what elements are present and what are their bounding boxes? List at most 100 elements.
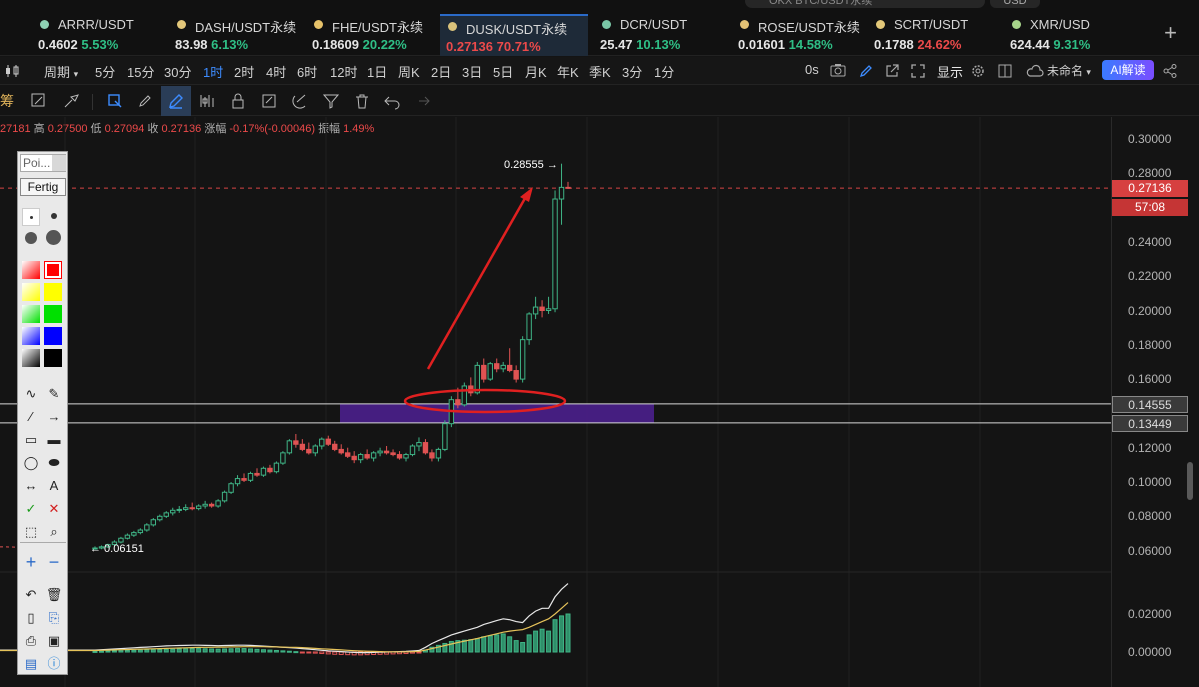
- palette-search-button[interactable]: [52, 155, 66, 171]
- ticker-tab-dash[interactable]: DASH/USDT永续 83.98 6.13%: [175, 14, 305, 56]
- interval-6[interactable]: 6时: [297, 62, 317, 81]
- filled-ellipse-icon[interactable]: ⬬: [44, 453, 64, 473]
- color-swatch-2[interactable]: [44, 305, 62, 323]
- interval-3[interactable]: 1时: [203, 62, 223, 81]
- zoom-in-icon[interactable]: +: [21, 552, 41, 572]
- indicator-icon[interactable]: [198, 92, 216, 110]
- lock-icon[interactable]: [229, 92, 247, 110]
- interval-17[interactable]: 1分: [654, 62, 674, 81]
- zoom-out-icon[interactable]: −: [44, 552, 64, 572]
- magic-wand-icon[interactable]: [30, 92, 48, 110]
- interval-1[interactable]: 15分: [127, 62, 154, 81]
- rectangle-icon[interactable]: ▭: [21, 430, 41, 450]
- interval-9[interactable]: 周K: [398, 62, 420, 81]
- ellipse-icon[interactable]: ◯: [21, 453, 41, 473]
- interval-7[interactable]: 12时: [330, 62, 357, 81]
- interval-4[interactable]: 2时: [234, 62, 254, 81]
- zoom-icon[interactable]: ⌕: [44, 522, 64, 542]
- magnet-icon[interactable]: [291, 92, 309, 110]
- interval-10[interactable]: 2日: [431, 62, 451, 81]
- chart-type-icon[interactable]: [4, 64, 22, 78]
- ticker-tab-xmr[interactable]: XMR/USD 624.44 9.31%: [1010, 14, 1140, 56]
- layout-icon[interactable]: [997, 63, 1013, 79]
- measure-icon[interactable]: ↔: [21, 476, 41, 496]
- trash-icon[interactable]: [353, 92, 371, 110]
- dot-large-icon[interactable]: [25, 232, 37, 244]
- brush-icon[interactable]: [62, 92, 80, 110]
- crop-icon[interactable]: ⬚: [21, 522, 41, 542]
- color-swatch-0[interactable]: [44, 261, 62, 279]
- ticker-tab-fhe[interactable]: FHE/USDT永续 0.18609 20.22%: [312, 14, 442, 56]
- draw-pen-icon[interactable]: [167, 92, 185, 110]
- interval-11[interactable]: 3日: [462, 62, 482, 81]
- eraser-icon[interactable]: ✎: [44, 384, 64, 404]
- freehand-icon[interactable]: ∿: [21, 384, 41, 404]
- color-swatch-1[interactable]: [44, 283, 62, 301]
- settings-gear-icon[interactable]: [970, 63, 986, 79]
- cancel-icon[interactable]: ✕: [44, 499, 64, 519]
- select-cursor-icon[interactable]: [106, 92, 124, 110]
- color-swatch-light-1[interactable]: [22, 283, 40, 301]
- ticker-tab-scrt[interactable]: SCRT/USDT 0.1788 24.62%: [874, 14, 1004, 56]
- text-icon[interactable]: A: [44, 476, 64, 496]
- pencil-icon[interactable]: [858, 63, 874, 79]
- external-link-icon[interactable]: [884, 63, 900, 79]
- redo-icon[interactable]: [413, 92, 431, 110]
- filter-icon[interactable]: [322, 92, 340, 110]
- ticker-tab-arrr[interactable]: ARRR/USDT 0.4602 5.53%: [38, 14, 168, 56]
- filled-rectangle-icon[interactable]: ▬: [44, 430, 64, 450]
- display-menu[interactable]: 显示: [937, 62, 963, 81]
- note-icon[interactable]: [260, 92, 278, 110]
- symbol-search-input[interactable]: OKX BTC/USDT永续: [745, 0, 985, 8]
- interval-12[interactable]: 5日: [493, 62, 513, 81]
- ai-analysis-button[interactable]: AI解读: [1102, 60, 1154, 80]
- color-swatch-light-4[interactable]: [22, 349, 40, 367]
- camera-icon[interactable]: [830, 63, 846, 77]
- share-icon[interactable]: [1162, 63, 1178, 79]
- fullscreen-icon[interactable]: [910, 63, 926, 79]
- color-swatch-light-0[interactable]: [22, 261, 40, 279]
- ticker-tab-dcr[interactable]: DCR/USDT 25.47 10.13%: [600, 14, 730, 56]
- price-chart[interactable]: 0.28555 → ← 0.06151: [0, 117, 1111, 687]
- interval-13[interactable]: 月K: [525, 62, 547, 81]
- interval-14[interactable]: 年K: [557, 62, 579, 81]
- color-swatch-3[interactable]: [44, 327, 62, 345]
- interval-5[interactable]: 4时: [266, 62, 286, 81]
- add-ticker-button[interactable]: +: [1164, 22, 1177, 44]
- ticker-tab-rose[interactable]: ROSE/USDT永续 0.01601 14.58%: [738, 14, 868, 56]
- price-tick-label: 0.12000: [1128, 440, 1172, 455]
- ticker-tab-dusk[interactable]: DUSK/USDT永续 0.27136 70.71%: [440, 14, 588, 56]
- seconds-toggle[interactable]: 0s: [805, 62, 819, 77]
- pen-tool-icon[interactable]: [136, 92, 154, 110]
- trash-icon[interactable]: 🗑: [44, 585, 64, 605]
- new-page-icon[interactable]: ▯: [21, 608, 41, 628]
- copy-icon[interactable]: ⎘: [44, 608, 64, 628]
- axis-scroll-handle[interactable]: [1187, 462, 1193, 500]
- palette-done-button[interactable]: Fertig: [20, 178, 66, 196]
- period-dropdown[interactable]: 周期 ▾: [44, 62, 78, 81]
- line-icon[interactable]: ⁄: [21, 407, 41, 427]
- dot-medium-icon[interactable]: [51, 213, 57, 219]
- print-icon[interactable]: ⎙: [21, 631, 41, 651]
- cloud-icon[interactable]: [1026, 63, 1044, 79]
- undo-icon[interactable]: ↶: [21, 585, 41, 605]
- dot-xlarge-icon[interactable]: [46, 230, 61, 245]
- confirm-icon[interactable]: ✓: [21, 499, 41, 519]
- save-icon[interactable]: ▣: [44, 631, 64, 651]
- interval-2[interactable]: 30分: [164, 62, 191, 81]
- interval-0[interactable]: 5分: [95, 62, 115, 81]
- arrow-icon[interactable]: →: [44, 407, 64, 427]
- color-swatch-light-3[interactable]: [22, 327, 40, 345]
- info-icon[interactable]: ⓘ: [44, 654, 64, 674]
- interval-15[interactable]: 季K: [589, 62, 611, 81]
- color-swatch-light-2[interactable]: [22, 305, 40, 323]
- undo-icon[interactable]: [383, 92, 401, 110]
- currency-select[interactable]: USD: [990, 0, 1040, 8]
- interval-8[interactable]: 1日: [367, 62, 387, 81]
- candle-body: [234, 478, 241, 485]
- color-swatch-4[interactable]: [44, 349, 62, 367]
- interval-16[interactable]: 3分: [622, 62, 642, 81]
- chip-distribution-label[interactable]: 筹: [0, 91, 14, 111]
- image-icon[interactable]: ▤: [21, 654, 41, 674]
- layout-name-dropdown[interactable]: 未命名 ▾: [1047, 62, 1091, 79]
